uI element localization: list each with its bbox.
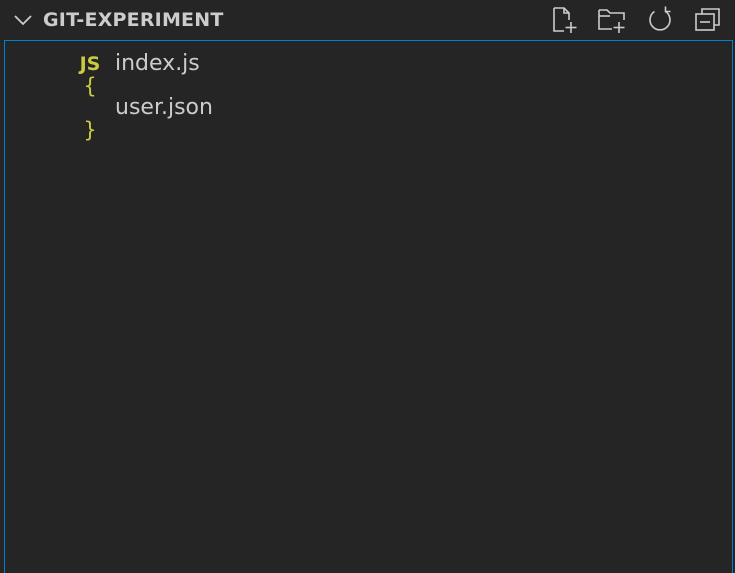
json-file-icon: { }: [83, 74, 97, 142]
folder-section-header[interactable]: GIT-EXPERIMENT: [0, 0, 735, 40]
refresh-button[interactable]: [641, 3, 679, 37]
explorer-panel: GIT-EXPERIMENT JS index.js {} user.json: [0, 0, 735, 573]
refresh-icon: [649, 6, 671, 31]
collapse-all-icon: [695, 8, 720, 31]
file-name: user.json: [115, 95, 213, 120]
file-row-index-js[interactable]: JS index.js: [5, 42, 732, 86]
file-name: index.js: [115, 51, 200, 76]
new-folder-button[interactable]: [593, 3, 631, 37]
collapse-all-button[interactable]: [689, 3, 727, 37]
new-file-icon: [553, 7, 577, 33]
file-tree[interactable]: JS index.js { } user.json: [4, 40, 733, 573]
new-folder-icon: [598, 9, 625, 33]
header-actions: [545, 3, 727, 37]
folder-title: GIT-EXPERIMENT: [43, 9, 224, 31]
chevron-down-icon[interactable]: [12, 9, 34, 31]
file-row-user-json[interactable]: { } user.json: [5, 74, 732, 142]
new-file-button[interactable]: [545, 3, 583, 37]
